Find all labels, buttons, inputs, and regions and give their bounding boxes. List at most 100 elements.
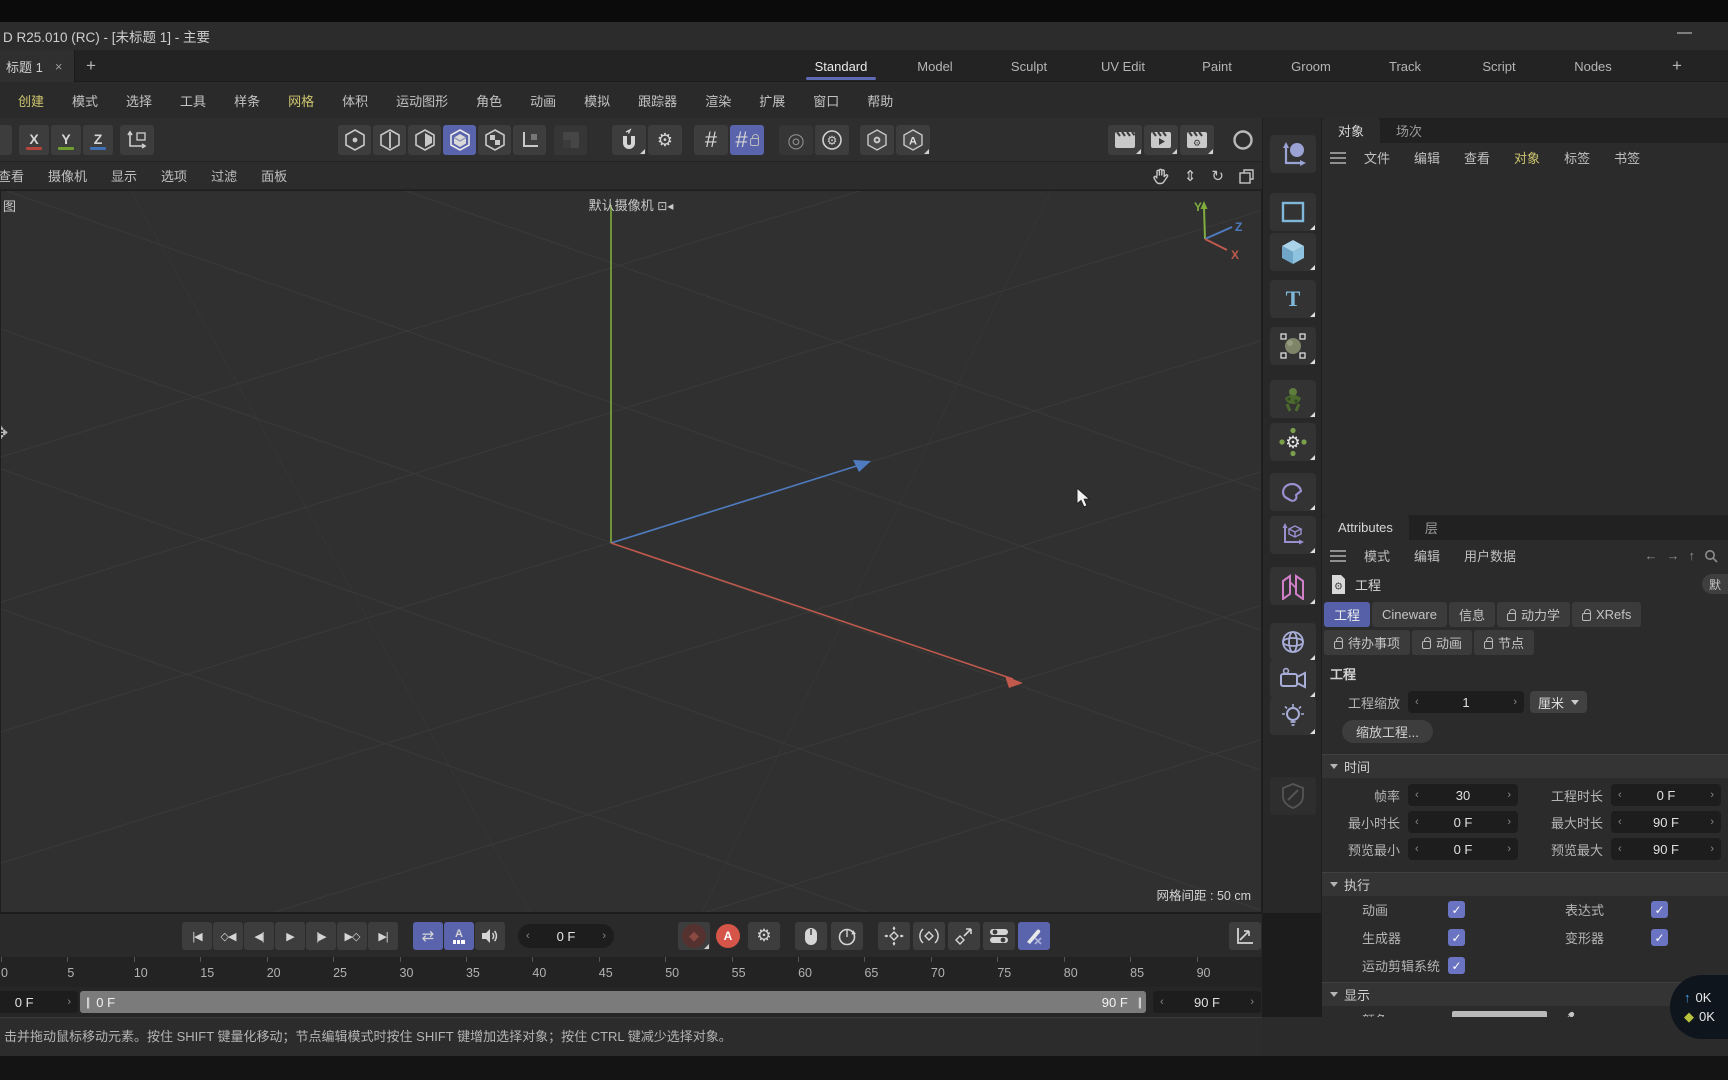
record-position-button[interactable] xyxy=(878,922,910,950)
symmetry-button[interactable] xyxy=(1270,567,1316,605)
time-field[interactable]: ‹ 30 › xyxy=(1408,784,1518,806)
viewport-menu-item[interactable]: 查看 xyxy=(0,166,36,185)
project-tab[interactable]: Cineware xyxy=(1372,602,1447,627)
manager-tab[interactable]: 场次 xyxy=(1380,118,1438,143)
orbit-icon[interactable]: ↻ xyxy=(1211,167,1224,185)
menu-item[interactable]: 选择 xyxy=(112,91,166,110)
menu-item[interactable]: 动画 xyxy=(516,91,570,110)
keying-settings-button[interactable]: ⚙ xyxy=(748,922,780,950)
quantize-grid-button[interactable]: # xyxy=(694,125,728,155)
object-manager-menu-item[interactable]: 文件 xyxy=(1352,148,1402,167)
checkbox[interactable] xyxy=(1651,901,1668,918)
instance-axis-cube-button[interactable] xyxy=(1270,516,1316,554)
object-manager-menu-item[interactable]: 书签 xyxy=(1602,148,1652,167)
ruler-tick[interactable]: 35 xyxy=(465,957,531,987)
menu-item[interactable]: 扩展 xyxy=(745,91,799,110)
time-field[interactable]: ‹ 90 F › xyxy=(1611,811,1721,833)
transport-button[interactable]: ▶ xyxy=(275,922,305,950)
layout-tab[interactable]: Nodes xyxy=(1546,50,1640,82)
mouse-record-button[interactable] xyxy=(795,922,827,950)
texture-mode-button[interactable] xyxy=(478,125,511,155)
unit-dropdown[interactable]: 厘米 xyxy=(1530,691,1587,713)
viewport-menu-item[interactable]: 选项 xyxy=(149,166,199,185)
project-scale-field[interactable]: ‹ 1 › xyxy=(1408,691,1524,713)
close-tab-icon[interactable]: × xyxy=(55,59,63,74)
range-handle-left[interactable]: || xyxy=(80,995,88,1009)
attributes-menu-item[interactable]: 编辑 xyxy=(1402,546,1452,565)
polygons-mode-button[interactable] xyxy=(408,125,441,155)
ruler-tick[interactable]: 70 xyxy=(930,957,996,987)
menu-item[interactable]: 模式 xyxy=(58,91,112,110)
scale-project-button[interactable]: 缩放工程... xyxy=(1342,720,1433,743)
transport-button[interactable]: ▶| xyxy=(368,922,398,950)
viewport-menu-item[interactable]: 摄像机 xyxy=(36,166,99,185)
subdivision-surface-button[interactable] xyxy=(1270,327,1316,365)
timeline-ruler[interactable]: 051015202530354045505560657075808590 xyxy=(0,957,1262,987)
layout-tab[interactable]: Sculpt xyxy=(982,50,1076,82)
dolly-icon[interactable]: ⇕ xyxy=(1184,167,1197,185)
character-figure-button[interactable] xyxy=(1270,380,1316,418)
viewport-menu-item[interactable]: 过滤 xyxy=(199,166,249,185)
viewport-menu-item[interactable]: 显示 xyxy=(99,166,149,185)
manager-tab[interactable]: 层 xyxy=(1409,515,1454,540)
edges-mode-button[interactable] xyxy=(373,125,406,155)
add-document-button[interactable]: + xyxy=(86,50,96,82)
axis-lock-y-button[interactable]: Y xyxy=(51,125,81,155)
edit-render-settings-button[interactable]: ⚙ xyxy=(1180,125,1214,155)
viewport[interactable]: 图 默认摄像机 ⊡◂ Y Z X 网格间距 : 50 cm ✥ xyxy=(0,190,1262,913)
time-section-header[interactable]: 时间 xyxy=(1322,754,1728,778)
document-tab[interactable]: 标题 1 × xyxy=(0,50,75,82)
checkbox[interactable] xyxy=(1448,901,1465,918)
axis-lock-x-button[interactable]: X xyxy=(19,125,49,155)
layout-tab[interactable]: Model xyxy=(888,50,982,82)
ruler-tick[interactable]: 55 xyxy=(731,957,797,987)
sky-environment-button[interactable] xyxy=(1270,623,1316,661)
range-end-field[interactable]: ‹ 90 F › xyxy=(1153,991,1261,1013)
light-button[interactable] xyxy=(1270,697,1316,735)
project-tab[interactable]: 信息 xyxy=(1449,602,1495,627)
attributes-menu-item[interactable]: 模式 xyxy=(1352,546,1402,565)
object-manager-menu-item[interactable]: 编辑 xyxy=(1402,148,1452,167)
range-start-field[interactable]: 0 F › xyxy=(0,991,78,1013)
record-pla-button[interactable] xyxy=(1018,922,1050,950)
checkbox[interactable] xyxy=(1651,929,1668,946)
ruler-tick[interactable]: 85 xyxy=(1129,957,1195,987)
back-arrow-icon[interactable]: ← xyxy=(1645,548,1658,563)
project-tab[interactable]: 动力学 xyxy=(1497,602,1570,627)
up-arrow-icon[interactable]: ↑ xyxy=(1689,548,1696,563)
ruler-tick[interactable]: 90 xyxy=(1196,957,1262,987)
ruler-tick[interactable]: 30 xyxy=(399,957,465,987)
attributes-menu-item[interactable]: 用户数据 xyxy=(1452,546,1528,565)
menu-item[interactable]: 帮助 xyxy=(853,91,907,110)
menu-item[interactable]: 创建 xyxy=(4,91,58,110)
render-sphere-settings-button[interactable]: ⚙ xyxy=(815,125,849,155)
menu-item[interactable]: 模拟 xyxy=(570,91,624,110)
solo-mode-button[interactable] xyxy=(860,125,894,155)
checkbox[interactable] xyxy=(1448,957,1465,974)
menu-item[interactable]: 渲染 xyxy=(691,91,745,110)
object-manager-menu-item[interactable]: 对象 xyxy=(1502,148,1552,167)
material-edit-button[interactable] xyxy=(1270,777,1316,815)
show-keyframes-button[interactable]: A xyxy=(444,922,474,950)
ruler-tick[interactable]: 0 xyxy=(0,957,66,987)
record-scale-button[interactable] xyxy=(948,922,980,950)
project-tab[interactable]: 待办事项 xyxy=(1324,630,1410,655)
quantize-grid-lock-button[interactable]: # xyxy=(730,125,764,155)
ruler-tick[interactable]: 60 xyxy=(797,957,863,987)
forward-arrow-icon[interactable]: → xyxy=(1667,548,1680,563)
search-icon[interactable] xyxy=(1704,549,1718,563)
model-mode-button[interactable] xyxy=(443,125,476,155)
snap-settings-button[interactable]: ⚙ xyxy=(648,125,682,155)
ruler-tick[interactable]: 25 xyxy=(332,957,398,987)
object-list-empty[interactable] xyxy=(1322,172,1728,515)
project-tab[interactable]: 节点 xyxy=(1474,630,1534,655)
volume-builder-button[interactable] xyxy=(1270,473,1316,511)
ruler-tick[interactable]: 40 xyxy=(531,957,597,987)
fcurve-button[interactable] xyxy=(1229,922,1261,950)
text-spline-button[interactable]: T xyxy=(1270,280,1316,318)
progress-ring-button[interactable] xyxy=(1228,125,1258,155)
layout-tab[interactable]: UV Edit xyxy=(1076,50,1170,82)
transport-button[interactable]: ◀| xyxy=(244,922,274,950)
transport-button[interactable]: ▶◇ xyxy=(337,922,367,950)
render-picture-viewer-button[interactable] xyxy=(1144,125,1178,155)
